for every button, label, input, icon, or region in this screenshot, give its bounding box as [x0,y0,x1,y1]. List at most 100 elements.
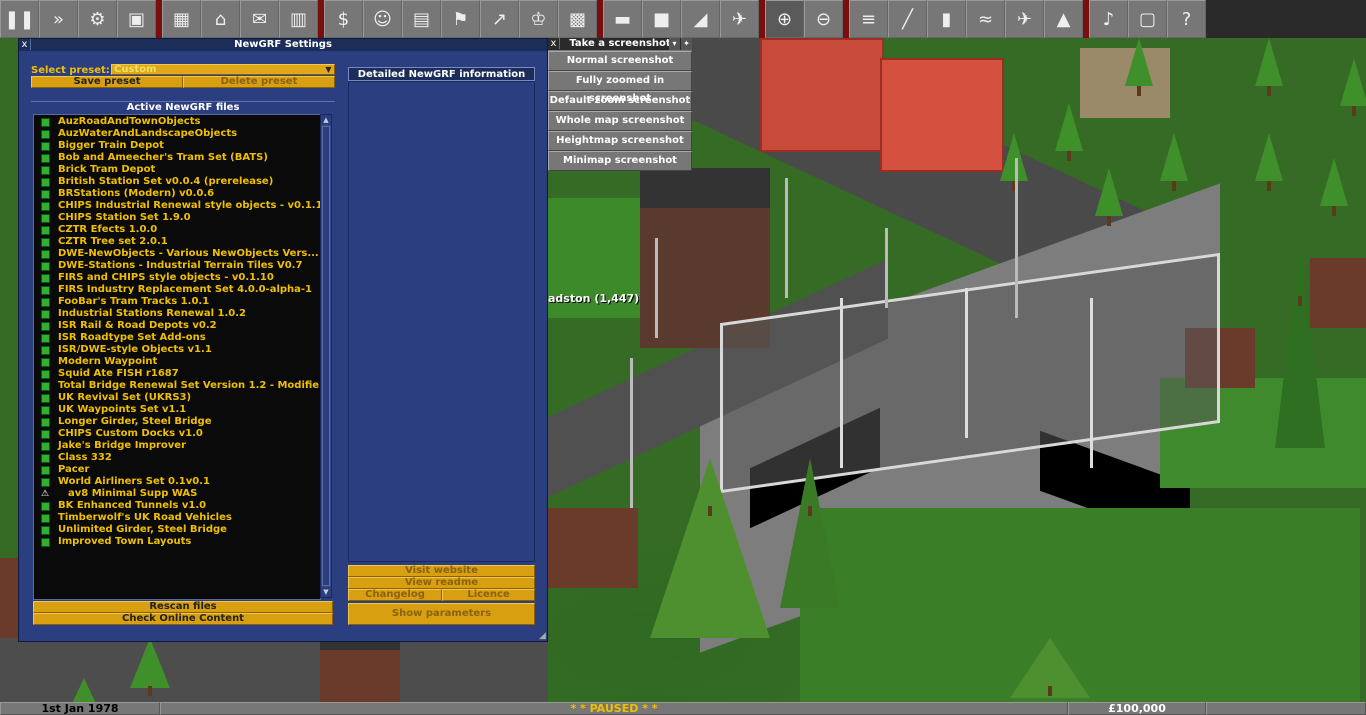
stations-button[interactable]: ▥ [279,0,318,38]
music-sound-button[interactable]: ♪ [1089,0,1128,38]
newgrf-list-item[interactable]: Unlimited Girder, Steel Bridge [34,524,320,536]
scroll-thumb[interactable] [322,126,330,586]
build-air-button[interactable]: ✈ [1005,0,1044,38]
gear-button[interactable]: ⚙ [78,0,117,38]
company-button[interactable]: ☺ [363,0,402,38]
finances-button[interactable]: $ [324,0,363,38]
rescan-files-button[interactable]: Rescan files [33,601,333,613]
newgrf-list-item[interactable]: FIRS Industry Replacement Set 4.0.0-alph… [34,284,320,296]
red-apartment-building[interactable] [760,38,884,152]
road-vehicle-button[interactable]: ■ [642,0,681,38]
preset-dropdown[interactable]: Custom ▼ [111,64,335,75]
licence-button[interactable]: Licence [442,589,535,601]
town-name-label[interactable]: adston (1,447) [548,292,639,305]
aircraft-button[interactable]: ✈ [720,0,759,38]
newgrf-list-item[interactable]: Squid Ate FISH r1687 [34,368,320,380]
build-water-button[interactable]: ≈ [966,0,1005,38]
pause-button[interactable]: ❚❚ [0,0,39,38]
newgrf-list-item[interactable]: Industrial Stations Renewal 1.0.2 [34,308,320,320]
build-rail-button[interactable]: ≡ [849,0,888,38]
screenshot-option[interactable]: Whole map screenshot [548,111,692,131]
newgrf-list-item[interactable]: Total Bridge Renewal Set Version 1.2 - M… [34,380,320,392]
messages-button[interactable]: ▢ [1128,0,1167,38]
save-button[interactable]: ▣ [117,0,156,38]
scroll-down-arrow[interactable]: ▼ [321,587,331,597]
newgrf-list-item[interactable]: FIRS and CHIPS style objects - v0.1.10 [34,272,320,284]
newgrf-list-item[interactable]: British Station Set v0.0.4 (prerelease) [34,176,320,188]
changelog-button[interactable]: Changelog [348,589,442,601]
newgrf-list-item[interactable]: Brick Tram Depot [34,164,320,176]
screenshot-option[interactable]: Heightmap screenshot [548,131,692,151]
visit-website-button[interactable]: Visit website [348,565,535,577]
newgrf-list-item[interactable]: UK Revival Set (UKRS3) [34,392,320,404]
newgrf-list-item[interactable]: ⚠ av8 Minimal Supp WAS [34,488,320,500]
newgrf-list-item[interactable]: Modern Waypoint [34,356,320,368]
ship-button[interactable]: ◢ [681,0,720,38]
newgrf-list-item[interactable]: Pacer [34,464,320,476]
collapse-icon[interactable]: ▾ [669,38,680,50]
newgrf-list-item[interactable]: DWE-NewObjects - Various NewObjects Vers… [34,248,320,260]
league-button[interactable]: ♔ [519,0,558,38]
screenshot-option[interactable]: Normal screenshot [548,51,692,71]
house[interactable] [548,508,638,588]
newgrf-list-item[interactable]: AuzWaterAndLandscapeObjects [34,128,320,140]
show-parameters-button[interactable]: Show parameters [348,603,535,625]
newgrf-list-item[interactable]: CHIPS Station Set 1.9.0 [34,212,320,224]
save-preset-button[interactable]: Save preset [31,76,183,88]
newgrf-list-item[interactable]: AuzRoadAndTownObjects [34,116,320,128]
map-button[interactable]: ▦ [162,0,201,38]
red-apartment-building[interactable] [880,58,1004,172]
newgrf-list-item[interactable]: CHIPS Industrial Renewal style objects -… [34,200,320,212]
newgrf-list-item[interactable]: Improved Town Layouts [34,536,320,548]
newgrf-list-item[interactable]: Bigger Train Depot [34,140,320,152]
newgrf-list-item[interactable]: CZTR Efects 1.0.0 [34,224,320,236]
subsidies-button[interactable]: ✉ [240,0,279,38]
newgrf-list-item[interactable]: Bob and Ameecher's Tram Set (BATS) [34,152,320,164]
screenshot-option[interactable]: Fully zoomed in screenshot [548,71,692,104]
delete-preset-button[interactable]: Delete preset [183,76,335,88]
newgrf-list-item[interactable]: BRStations (Modern) v0.0.6 [34,188,320,200]
zoom-in-button[interactable]: ⊕ [765,0,804,38]
build-tram-button[interactable]: ▮ [927,0,966,38]
newgrf-list-item[interactable]: CZTR Tree set 2.0.1 [34,236,320,248]
house[interactable] [320,638,400,702]
newgrf-list-item[interactable]: ISR Rail & Road Depots v0.2 [34,320,320,332]
company-money[interactable]: £100,000 [1068,702,1206,715]
newgrf-list-item[interactable]: Timberwolf's UK Road Vehicles [34,512,320,524]
file-list-scrollbar[interactable]: ▲ ▼ [320,114,332,598]
goals-button[interactable]: ⚑ [441,0,480,38]
newgrf-list-item[interactable]: Jake's Bridge Improver [34,440,320,452]
screenshot-option[interactable]: Default zoom screenshot [548,91,692,111]
resize-handle[interactable]: ◢ [538,632,547,641]
newgrf-list-item[interactable]: UK Waypoints Set v1.1 [34,404,320,416]
build-road-button[interactable]: ╱ [888,0,927,38]
story-book-button[interactable]: ▤ [402,0,441,38]
house[interactable] [0,558,18,638]
newgrf-list-item[interactable]: BK Enhanced Tunnels v1.0 [34,500,320,512]
scroll-up-arrow[interactable]: ▲ [321,115,331,125]
fast-forward-button[interactable]: » [39,0,78,38]
town-button[interactable]: ⌂ [201,0,240,38]
landscaping-button[interactable]: ▲ [1044,0,1083,38]
screenshot-option[interactable]: Minimap screenshot [548,151,692,171]
zoom-out-button[interactable]: ⊖ [804,0,843,38]
help-button[interactable]: ? [1167,0,1206,38]
news-ticker[interactable]: * * PAUSED * * [160,702,1068,715]
industries-button[interactable]: ▩ [558,0,597,38]
close-button[interactable]: x [19,39,31,50]
active-newgrf-list[interactable]: AuzRoadAndTownObjects AuzWaterAndLandscap… [33,114,321,600]
newgrf-list-item[interactable]: DWE-Stations - Industrial Terrain Tiles … [34,260,320,272]
newgrf-window-title[interactable]: NewGRF Settings [19,39,547,51]
newgrf-list-item[interactable]: FooBar's Tram Tracks 1.0.1 [34,296,320,308]
newgrf-list-item[interactable]: Class 332 [34,452,320,464]
newgrf-list-item[interactable]: World Airliners Set 0.1v0.1 [34,476,320,488]
newgrf-list-item[interactable]: CHIPS Custom Docks v1.0 [34,428,320,440]
view-readme-button[interactable]: View readme [348,577,535,589]
check-online-content-button[interactable]: Check Online Content [33,613,333,625]
newgrf-list-item[interactable]: ISR/DWE-style Objects v1.1 [34,344,320,356]
close-button[interactable]: x [548,38,560,49]
newgrf-list-item[interactable]: ISR Roadtype Set Add-ons [34,332,320,344]
sticky-pin-icon[interactable]: ✦ [681,38,692,50]
graphs-button[interactable]: ↗ [480,0,519,38]
newgrf-list-item[interactable]: Longer Girder, Steel Bridge [34,416,320,428]
